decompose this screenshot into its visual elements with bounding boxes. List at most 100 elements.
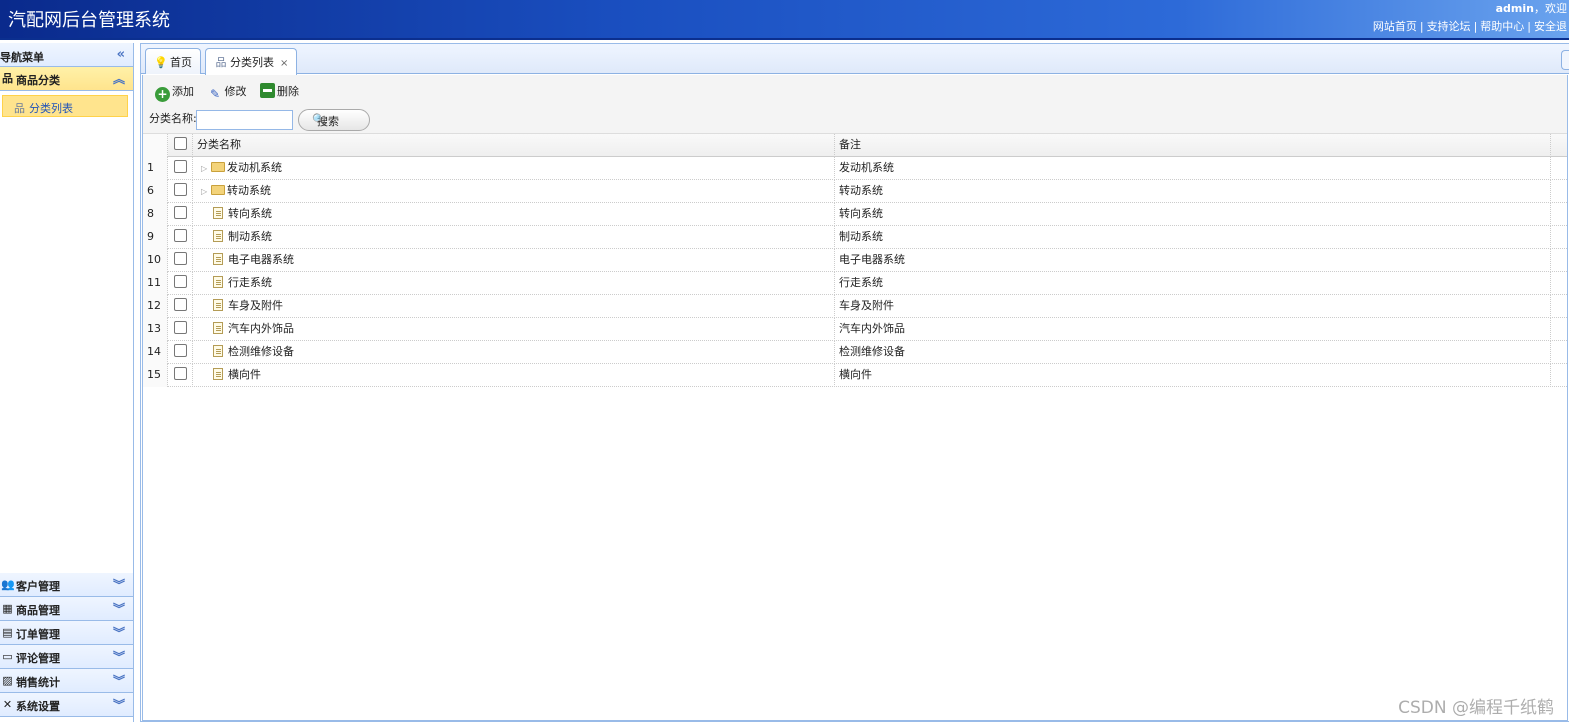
add-label: 添加 [172,85,194,98]
table-row[interactable]: 9 制动系统 制动系统 [143,226,1567,249]
row-checkbox[interactable] [174,160,187,173]
edit-button[interactable]: ✎ 修改 [208,83,247,102]
sidebar-section-orders[interactable]: ▤ 订单管理 ︾ [0,621,133,645]
sidebar-section-label: 商品分类 [16,74,60,87]
chevron-up-icon[interactable]: ︽ [113,70,125,87]
search-input[interactable] [196,110,293,130]
table-row[interactable]: 10 电子电器系统 电子电器系统 [143,249,1567,272]
row-checkbox[interactable] [174,206,187,219]
table-row[interactable]: 14 检测维修设备 检测维修设备 [143,341,1567,364]
welcome-label: ，欢迎 [1534,2,1567,15]
category-name-cell: 行走系统 [193,272,835,295]
link-forum[interactable]: 支持论坛 [1427,20,1471,33]
link-help[interactable]: 帮助中心 [1480,20,1524,33]
column-header-name[interactable]: 分类名称 [193,134,835,157]
column-header-note[interactable]: 备注 [835,134,1551,157]
sidebar-section-settings[interactable]: ✕ 系统设置 ︾ [0,693,133,717]
row-number: 14 [143,341,168,364]
row-checkbox-cell [168,203,193,226]
app-title: 汽配网后台管理系统 [8,10,170,31]
row-checkbox[interactable] [174,252,187,265]
select-all-checkbox-cell [168,134,193,157]
row-number: 11 [143,272,168,295]
sidebar-section-label: 系统设置 [16,700,60,713]
table-row[interactable]: 11 行走系统 行走系统 [143,272,1567,295]
search-button[interactable]: 🔍 搜索 [298,109,370,131]
grid-header: 分类名称 备注 [143,134,1567,157]
row-checkbox[interactable] [174,298,187,311]
category-name-cell: 转向系统 [193,203,835,226]
row-spacer [1551,226,1567,249]
username: admin [1495,2,1534,15]
sidebar-section-comments[interactable]: ▭ 评论管理 ︾ [0,645,133,669]
category-note: 转向系统 [835,203,1551,226]
delete-button[interactable]: 删除 [260,83,299,99]
row-spacer [1551,180,1567,203]
table-row[interactable]: 15 横向件 横向件 [143,364,1567,387]
category-grid: 分类名称 备注 1 ▷ 发动机系统 发动机系统 6 ▷ 转动系统 转动系统 8 转向系统 转向系统 9… [143,134,1567,387]
chevron-down-icon[interactable]: ︾ [113,624,125,641]
file-icon [213,299,223,311]
folder-icon [211,162,225,172]
collapse-left-icon[interactable]: « [117,47,125,62]
sidebar-section-category[interactable]: 品 商品分类 ︽ [0,67,133,91]
table-row[interactable]: 6 ▷ 转动系统 转动系统 [143,180,1567,203]
toolbar: + 添加 ✎ 修改 删除 [143,75,1567,106]
sidebar-section-sales[interactable]: ▨ 销售统计 ︾ [0,669,133,693]
link-site-home[interactable]: 网站首页 [1373,20,1417,33]
link-logout[interactable]: 安全退 [1534,20,1567,33]
minus-icon [260,83,275,98]
expand-arrow-icon[interactable]: ▷ [201,181,211,203]
row-spacer [1551,272,1567,295]
comment-icon: ▭ [2,650,13,663]
plus-icon: + [155,87,170,102]
tab-scroll-button[interactable] [1561,50,1569,70]
row-checkbox[interactable] [174,229,187,242]
sidebar-item-category-list[interactable]: 品 分类列表 [2,95,128,117]
users-icon: 👥 [1,578,15,591]
category-name-cell: ▷ 发动机系统 [193,157,835,180]
row-number: 6 [143,180,168,203]
row-checkbox[interactable] [174,275,187,288]
row-checkbox[interactable] [174,321,187,334]
row-checkbox[interactable] [174,344,187,357]
close-icon[interactable]: × [280,58,288,69]
category-list-panel: + 添加 ✎ 修改 删除 分类名称: 🔍 搜索 分类名称 备注 1 ▷ 发动机系统 发动机系… [142,75,1568,721]
table-row[interactable]: 8 转向系统 转向系统 [143,203,1567,226]
category-name: 转动系统 [227,184,271,197]
table-row[interactable]: 13 汽车内外饰品 汽车内外饰品 [143,318,1567,341]
sidebar-title-label: 导航菜单 [0,51,44,64]
file-icon [213,207,223,219]
chevron-down-icon[interactable]: ︾ [113,696,125,713]
row-number: 9 [143,226,168,249]
chevron-down-icon[interactable]: ︾ [113,648,125,665]
chevron-down-icon[interactable]: ︾ [113,600,125,617]
sidebar: 导航菜单 « 品 商品分类 ︽ 品 分类列表 👥 客户管理 ︾ ▦ 商品管理 ︾… [0,43,134,722]
tab-category-list[interactable]: 品分类列表 × [205,48,298,75]
row-checkbox[interactable] [174,183,187,196]
tab-label: 首页 [170,56,192,69]
pencil-icon: ✎ [209,87,221,101]
chevron-down-icon[interactable]: ︾ [113,672,125,689]
category-name-cell: 电子电器系统 [193,249,835,272]
sidebar-section-label: 商品管理 [16,604,60,617]
chevron-down-icon[interactable]: ︾ [113,576,125,593]
chart-icon: ▨ [2,674,13,687]
row-number: 1 [143,157,168,180]
table-row[interactable]: 1 ▷ 发动机系统 发动机系统 [143,157,1567,180]
delete-label: 删除 [277,85,299,98]
expand-arrow-icon[interactable]: ▷ [201,158,211,180]
sidebar-section-customers[interactable]: 👥 客户管理 ︾ [0,573,133,597]
category-name: 检测维修设备 [228,345,294,358]
sidebar-collapsed-sections: 👥 客户管理 ︾ ▦ 商品管理 ︾ ▤ 订单管理 ︾ ▭ 评论管理 ︾ ▨ 销售… [0,573,133,717]
category-name: 制动系统 [228,230,272,243]
table-row[interactable]: 12 车身及附件 车身及附件 [143,295,1567,318]
row-number: 8 [143,203,168,226]
row-checkbox[interactable] [174,367,187,380]
add-button[interactable]: + 添加 [155,83,194,102]
sidebar-section-products[interactable]: ▦ 商品管理 ︾ [0,597,133,621]
sidebar-section-label: 评论管理 [16,652,60,665]
row-checkbox-cell [168,341,193,364]
tab-home[interactable]: 💡 首页 [145,48,201,74]
select-all-checkbox[interactable] [174,137,187,150]
